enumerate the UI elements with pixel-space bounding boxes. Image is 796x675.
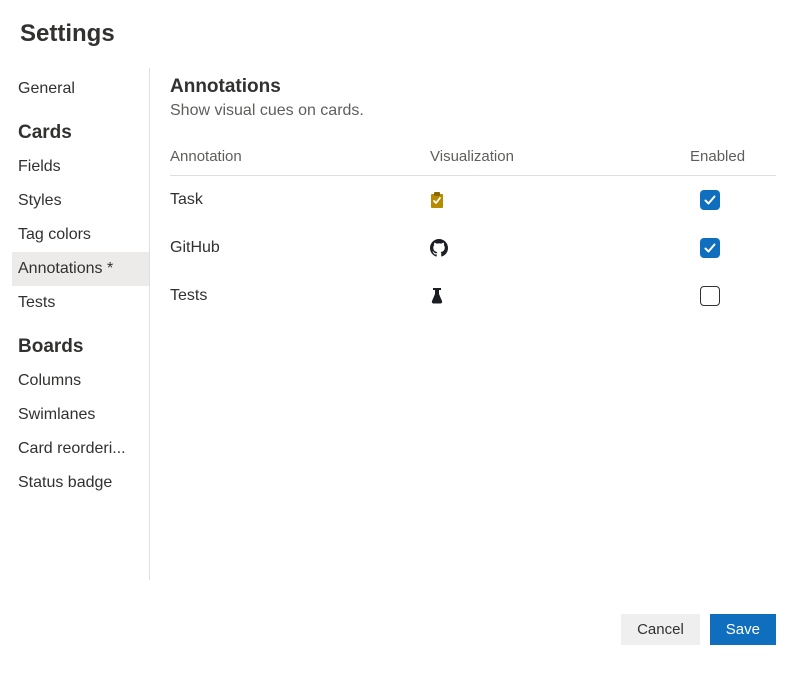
enabled-cell xyxy=(690,190,776,210)
annotation-name: Task xyxy=(170,191,430,209)
footer-buttons: Cancel Save xyxy=(621,614,776,645)
github-icon xyxy=(430,239,690,257)
annotation-name: Tests xyxy=(170,287,430,305)
sidebar-item-card-reorderi[interactable]: Card reorderi... xyxy=(12,432,149,466)
col-header-enabled: Enabled xyxy=(690,148,776,165)
cancel-button[interactable]: Cancel xyxy=(621,614,700,645)
sidebar-item-tests[interactable]: Tests xyxy=(12,286,149,320)
table-header: Annotation Visualization Enabled xyxy=(170,148,776,176)
sidebar-item-swimlanes[interactable]: Swimlanes xyxy=(12,398,149,432)
sidebar-section-cards: Cards xyxy=(12,106,149,150)
sidebar-item-fields[interactable]: Fields xyxy=(12,150,149,184)
annotations-panel: Annotations Show visual cues on cards. A… xyxy=(150,68,796,580)
sidebar-item-tag-colors[interactable]: Tag colors xyxy=(12,218,149,252)
enabled-checkbox[interactable] xyxy=(700,238,720,258)
sidebar-item-annotations[interactable]: Annotations * xyxy=(12,252,149,286)
page-title: Settings xyxy=(0,0,796,48)
sidebar-section-boards: Boards xyxy=(12,320,149,364)
table-row: GitHub xyxy=(170,224,776,272)
col-header-annotation: Annotation xyxy=(170,148,430,165)
settings-sidebar: GeneralCardsFieldsStylesTag colorsAnnota… xyxy=(0,68,150,580)
sidebar-item-status-badge[interactable]: Status badge xyxy=(12,466,149,500)
enabled-cell xyxy=(690,286,776,306)
panel-title: Annotations xyxy=(170,76,776,98)
enabled-cell xyxy=(690,238,776,258)
annotation-name: GitHub xyxy=(170,239,430,257)
table-row: Task xyxy=(170,176,776,224)
annotations-table: Annotation Visualization Enabled Task Git… xyxy=(170,148,776,320)
beaker-icon xyxy=(430,288,690,304)
panel-subtitle: Show visual cues on cards. xyxy=(170,102,776,120)
col-header-visualization: Visualization xyxy=(430,148,690,165)
sidebar-item-columns[interactable]: Columns xyxy=(12,364,149,398)
save-button[interactable]: Save xyxy=(710,614,776,645)
enabled-checkbox[interactable] xyxy=(700,190,720,210)
table-row: Tests xyxy=(170,272,776,320)
sidebar-item-general[interactable]: General xyxy=(12,72,149,106)
enabled-checkbox[interactable] xyxy=(700,286,720,306)
sidebar-item-styles[interactable]: Styles xyxy=(12,184,149,218)
clipboard-check-icon xyxy=(430,192,690,208)
